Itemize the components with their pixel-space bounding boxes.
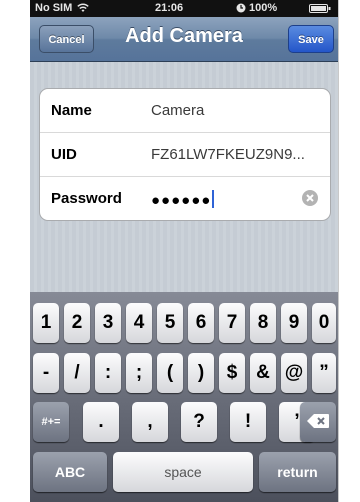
- carrier-label: No SIM: [35, 2, 73, 14]
- password-row[interactable]: Password ●●●●●●: [40, 177, 330, 220]
- key-ampersand[interactable]: &: [250, 353, 276, 393]
- key-comma[interactable]: ,: [132, 402, 168, 442]
- name-field[interactable]: Camera: [151, 102, 204, 119]
- password-label: Password: [51, 190, 122, 207]
- key-7[interactable]: 7: [219, 303, 245, 343]
- key-period[interactable]: .: [83, 402, 119, 442]
- delete-icon: [307, 403, 329, 443]
- battery-percent: 100%: [249, 2, 278, 14]
- key-exclamation[interactable]: !: [230, 402, 266, 442]
- key-9[interactable]: 9: [281, 303, 307, 343]
- key-1[interactable]: 1: [33, 303, 59, 343]
- name-label: Name: [51, 102, 92, 119]
- clear-text-icon[interactable]: [302, 190, 318, 206]
- key-hyphen[interactable]: -: [33, 353, 59, 393]
- text-caret: [212, 190, 215, 208]
- form-area: Name Camera UID FZ61LW7FKEUZ9N9... Passw…: [30, 62, 338, 292]
- backspace-key[interactable]: [300, 402, 336, 442]
- uid-row[interactable]: UID FZ61LW7FKEUZ9N9...: [40, 133, 330, 177]
- key-0[interactable]: 0: [312, 303, 336, 343]
- key-quote[interactable]: ”: [312, 353, 336, 393]
- key-symbols-toggle[interactable]: #+=: [33, 402, 69, 442]
- phone-screen: No SIM 21:06 100% Cancel Add Camera Save…: [30, 0, 339, 502]
- key-4[interactable]: 4: [126, 303, 152, 343]
- password-field[interactable]: ●●●●●●: [151, 190, 215, 209]
- key-6[interactable]: 6: [188, 303, 214, 343]
- name-row[interactable]: Name Camera: [40, 89, 330, 133]
- wifi-icon: [77, 3, 89, 13]
- clock-time: 21:06: [155, 2, 184, 14]
- space-key[interactable]: space: [113, 452, 253, 492]
- key-dollar[interactable]: $: [219, 353, 245, 393]
- save-button[interactable]: Save: [288, 25, 334, 53]
- key-question[interactable]: ?: [181, 402, 217, 442]
- uid-label: UID: [51, 146, 77, 163]
- key-colon[interactable]: :: [95, 353, 121, 393]
- navigation-bar: Cancel Add Camera Save: [30, 17, 338, 62]
- key-close-paren[interactable]: ): [188, 353, 214, 393]
- camera-form: Name Camera UID FZ61LW7FKEUZ9N9... Passw…: [39, 88, 331, 221]
- key-abc[interactable]: ABC: [33, 452, 107, 492]
- keyboard: 1 2 3 4 5 6 7 8 9 0 - / : ; ( ) $ & @ ” …: [30, 292, 338, 502]
- key-3[interactable]: 3: [95, 303, 121, 343]
- key-semicolon[interactable]: ;: [126, 353, 152, 393]
- key-open-paren[interactable]: (: [157, 353, 183, 393]
- key-5[interactable]: 5: [157, 303, 183, 343]
- key-8[interactable]: 8: [250, 303, 276, 343]
- uid-field[interactable]: FZ61LW7FKEUZ9N9...: [151, 146, 305, 163]
- battery-icon: [309, 4, 331, 13]
- key-slash[interactable]: /: [64, 353, 90, 393]
- status-bar: No SIM 21:06 100%: [30, 0, 338, 17]
- key-2[interactable]: 2: [64, 303, 90, 343]
- password-dots: ●●●●●●: [151, 192, 212, 209]
- return-key[interactable]: return: [259, 452, 336, 492]
- alarm-icon: [236, 3, 246, 13]
- key-at[interactable]: @: [281, 353, 307, 393]
